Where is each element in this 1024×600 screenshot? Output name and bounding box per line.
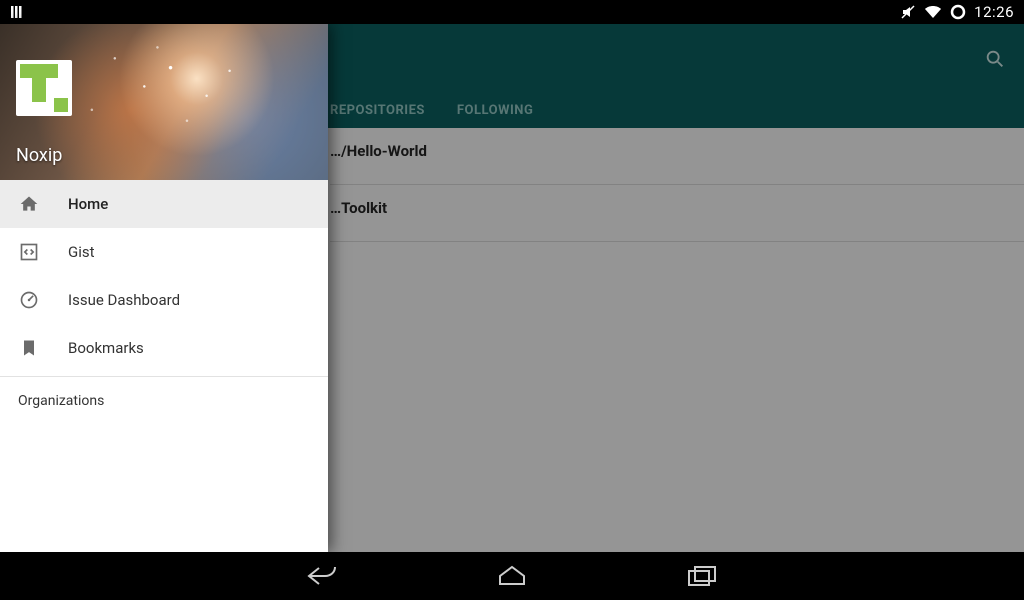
gist-icon xyxy=(18,242,40,262)
wifi-icon xyxy=(924,5,942,19)
nav-item-bookmarks[interactable]: Bookmarks xyxy=(0,324,328,372)
bookmark-icon xyxy=(18,338,40,358)
nav-item-home[interactable]: Home xyxy=(0,180,328,228)
nav-item-issue-dashboard[interactable]: Issue Dashboard xyxy=(0,276,328,324)
clock: 12:26 xyxy=(974,3,1014,21)
dashboard-icon xyxy=(18,290,40,310)
nav-item-label: Bookmarks xyxy=(68,339,144,357)
system-ring-icon xyxy=(950,4,966,20)
back-button[interactable] xyxy=(302,561,342,591)
nav-item-label: Issue Dashboard xyxy=(68,291,180,309)
nav-item-label: Home xyxy=(68,195,108,213)
android-nav-bar xyxy=(0,552,1024,600)
android-status-bar: 12:26 xyxy=(0,0,1024,24)
recents-button[interactable] xyxy=(682,561,722,591)
section-organizations[interactable]: Organizations xyxy=(0,377,328,425)
home-button[interactable] xyxy=(492,561,532,591)
home-icon xyxy=(18,194,40,214)
avatar xyxy=(16,60,72,116)
nav-item-gist[interactable]: Gist xyxy=(0,228,328,276)
username-label: Noxip xyxy=(16,145,62,166)
drawer-header[interactable]: Noxip xyxy=(0,24,328,180)
notification-icon xyxy=(10,5,24,19)
navigation-drawer: Noxip Home Gist Issue Dashboard Bookmark… xyxy=(0,24,328,552)
mute-icon xyxy=(900,4,916,20)
drawer-nav: Home Gist Issue Dashboard Bookmarks xyxy=(0,180,328,372)
nav-item-label: Gist xyxy=(68,243,95,261)
